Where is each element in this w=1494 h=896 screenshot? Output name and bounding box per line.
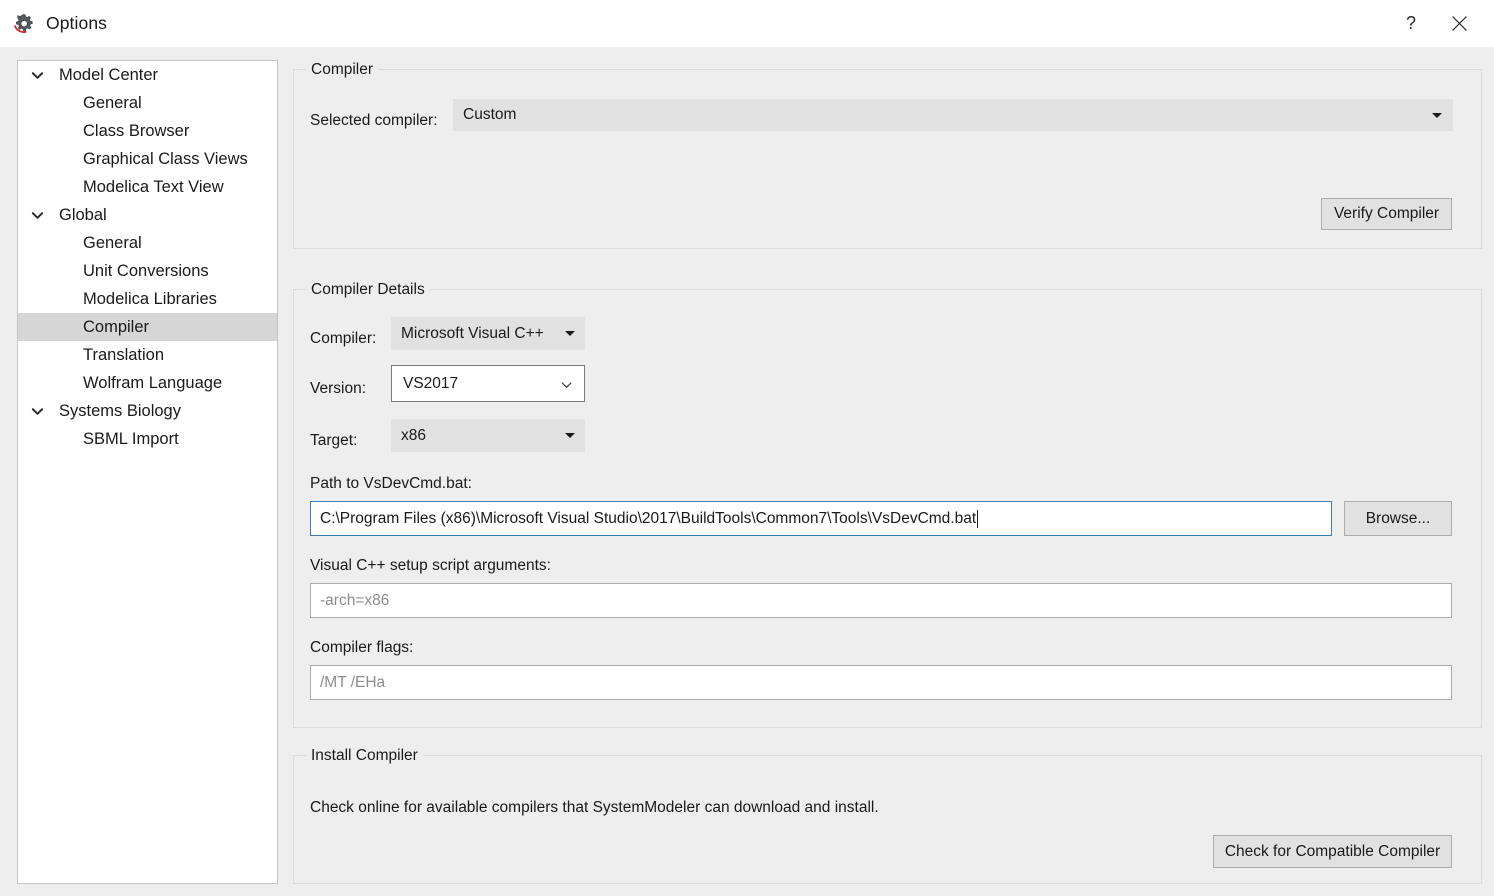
sidebar-item-label: Modelica Libraries (83, 289, 217, 308)
chevron-down-icon[interactable] (30, 208, 45, 223)
install-description: Check online for available compilers tha… (310, 799, 879, 816)
close-icon (1451, 16, 1467, 31)
install-compiler-group: Install Compiler Check online for availa… (293, 746, 1482, 884)
check-compatible-compiler-button[interactable]: Check for Compatible Compiler (1213, 835, 1452, 868)
sidebar-item-global[interactable]: Global (18, 201, 277, 229)
settings-pane: Compiler Selected compiler: Custom Verif… (288, 47, 1494, 896)
verify-compiler-button[interactable]: Verify Compiler (1321, 198, 1452, 230)
version-combo[interactable]: VS2017 (391, 365, 585, 402)
target-combo[interactable]: x86 (391, 419, 585, 452)
install-group-content: Check online for available compilers tha… (293, 755, 1482, 884)
sidebar-item-systems-biology[interactable]: Systems Biology (18, 397, 277, 425)
path-input[interactable]: C:\Program Files (x86)\Microsoft Visual … (310, 501, 1332, 536)
sidebar-item-label: General (83, 233, 142, 252)
setup-args-placeholder: -arch=x86 (320, 591, 390, 609)
path-label: Path to VsDevCmd.bat: (310, 475, 472, 492)
sidebar-item-unit-conversions[interactable]: Unit Conversions (18, 257, 277, 285)
compiler-group: Compiler Selected compiler: Custom Verif… (293, 60, 1482, 249)
sidebar-item-modelica-libraries[interactable]: Modelica Libraries (18, 285, 277, 313)
setup-args-label: Visual C++ setup script arguments: (310, 557, 551, 574)
sidebar-item-label: Systems Biology (59, 401, 181, 420)
text-caret (977, 509, 979, 528)
path-value: C:\Program Files (x86)\Microsoft Visual … (320, 509, 977, 527)
sidebar-item-label: Model Center (59, 65, 159, 84)
compiler-value: Microsoft Visual C++ (401, 324, 544, 342)
sidebar-item-label: Global (59, 205, 107, 224)
sidebar-item-translation[interactable]: Translation (18, 341, 277, 369)
chevron-down-icon[interactable] (30, 404, 45, 419)
sidebar-item-compiler[interactable]: Compiler (18, 313, 277, 341)
sidebar-item-label: Graphical Class Views (83, 149, 248, 168)
sidebar-item-general[interactable]: General (18, 229, 277, 257)
compiler-group-content: Selected compiler: Custom Verify Compile… (293, 69, 1482, 249)
sidebar-item-label: Translation (83, 345, 165, 364)
sidebar-item-label: Compiler (83, 317, 150, 336)
setup-args-input[interactable]: -arch=x86 (310, 583, 1452, 618)
chevron-down-icon (565, 331, 575, 336)
sidebar-item-label: Modelica Text View (83, 177, 224, 196)
window-title: Options (46, 13, 108, 33)
compiler-flags-input[interactable]: /MT /EHa (310, 665, 1452, 700)
sidebar-item-label: Unit Conversions (83, 261, 209, 280)
install-group-legend: Install Compiler (306, 746, 423, 765)
compiler-combo[interactable]: Microsoft Visual C++ (391, 317, 585, 350)
sidebar-item-model-center[interactable]: Model Center (18, 61, 277, 89)
version-value: VS2017 (403, 374, 459, 392)
selected-compiler-label: Selected compiler: (310, 112, 438, 129)
chevron-down-icon (561, 382, 572, 389)
help-button[interactable]: ? (1388, 0, 1434, 47)
title-bar: Options ? (0, 0, 1494, 47)
chevron-down-icon[interactable] (30, 68, 45, 83)
version-label: Version: (310, 380, 367, 397)
compiler-details-group: Compiler Details Compiler: Microsoft Vis… (293, 280, 1482, 728)
selected-compiler-combo[interactable]: Custom (453, 99, 1453, 131)
dialog-body: Model Center General Class Browser Graphica… (0, 47, 1494, 896)
compiler-group-legend: Compiler (306, 60, 379, 79)
sidebar-item-general[interactable]: General (18, 89, 277, 117)
sidebar-item-graphical-class-views[interactable]: Graphical Class Views (18, 145, 277, 173)
selected-compiler-value: Custom (463, 106, 517, 123)
compiler-label: Compiler: (310, 330, 377, 347)
chevron-down-icon (565, 433, 575, 438)
compiler-details-content: Compiler: Microsoft Visual C++ Version: … (293, 289, 1482, 728)
compiler-details-group-legend: Compiler Details (306, 280, 430, 299)
gear-icon (14, 13, 33, 33)
sidebar-item-class-browser[interactable]: Class Browser (18, 117, 277, 145)
sidebar-item-label: Wolfram Language (83, 373, 223, 392)
target-label: Target: (310, 432, 358, 449)
sidebar-item-label: Class Browser (83, 121, 190, 140)
help-icon: ? (1405, 13, 1416, 33)
title-bar-left: Options (12, 0, 107, 47)
sidebar-item-label: General (83, 93, 142, 112)
chevron-down-icon (1432, 113, 1442, 118)
compiler-flags-placeholder: /MT /EHa (320, 673, 386, 691)
sidebar-item-modelica-text-view[interactable]: Modelica Text View (18, 173, 277, 201)
sidebar-item-wolfram-language[interactable]: Wolfram Language (18, 369, 277, 397)
target-value: x86 (401, 426, 426, 444)
sidebar-item-label: SBML Import (83, 429, 179, 448)
compiler-flags-label: Compiler flags: (310, 639, 414, 656)
browse-button[interactable]: Browse... (1344, 501, 1452, 536)
close-button[interactable] (1436, 0, 1482, 47)
sidebar-item-sbml-import[interactable]: SBML Import (18, 425, 277, 453)
settings-tree[interactable]: Model Center General Class Browser Graphica… (17, 60, 278, 884)
